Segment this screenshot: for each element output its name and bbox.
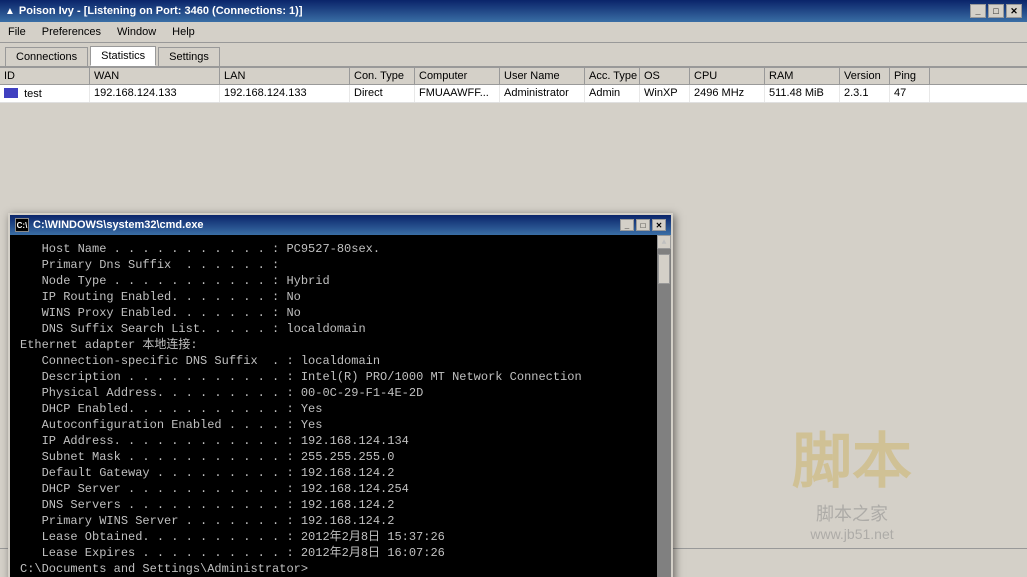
- cmd-icon: C:\: [15, 218, 29, 232]
- title-bar-left: ▲ Poison Ivy - [Listening on Port: 3460 …: [5, 5, 302, 17]
- cell-type: Direct: [350, 85, 415, 102]
- cmd-minimize-button[interactable]: _: [620, 219, 634, 231]
- cmd-line: WINS Proxy Enabled. . . . . . . : No: [20, 305, 661, 321]
- col-header-id: ID: [0, 68, 90, 84]
- col-header-version: Version: [840, 68, 890, 84]
- cmd-line: DNS Suffix Search List. . . . . : locald…: [20, 321, 661, 337]
- menu-bar: File Preferences Window Help: [0, 22, 1027, 43]
- cmd-line: DHCP Server . . . . . . . . . . . : 192.…: [20, 481, 661, 497]
- col-header-cpu: CPU: [690, 68, 765, 84]
- cmd-line: Connection-specific DNS Suffix . : local…: [20, 353, 661, 369]
- cmd-line: Description . . . . . . . . . . . : Inte…: [20, 369, 661, 385]
- col-header-wan: WAN: [90, 68, 220, 84]
- watermark: 脚本 脚本之家 www.jb51.net: [792, 413, 912, 542]
- cmd-line: Primary WINS Server . . . . . . . : 192.…: [20, 513, 661, 529]
- cell-cpu: 2496 MHz: [690, 85, 765, 102]
- cell-computer: FMUAAWFF...: [415, 85, 500, 102]
- cmd-line: IP Routing Enabled. . . . . . . : No: [20, 289, 661, 305]
- cmd-line: Physical Address. . . . . . . . . : 00-0…: [20, 385, 661, 401]
- cell-wan: 192.168.124.133: [90, 85, 220, 102]
- close-button[interactable]: ✕: [1006, 4, 1022, 18]
- menu-help[interactable]: Help: [164, 24, 203, 40]
- cell-id: test: [0, 85, 90, 102]
- scrollbar-thumb[interactable]: [658, 254, 670, 284]
- cmd-line: IP Address. . . . . . . . . . . . : 192.…: [20, 433, 661, 449]
- cell-os: WinXP: [640, 85, 690, 102]
- cmd-title-left: C:\ C:\WINDOWS\system32\cmd.exe: [15, 218, 204, 232]
- col-header-ping: Ping: [890, 68, 930, 84]
- cmd-title-buttons[interactable]: _ □ ✕: [620, 219, 666, 231]
- cmd-line: Default Gateway . . . . . . . . . : 192.…: [20, 465, 661, 481]
- watermark-site: 脚本之家: [792, 500, 912, 526]
- cmd-scrollbar[interactable]: ▲ ▼: [657, 235, 671, 577]
- window-title: Poison Ivy - [Listening on Port: 3460 (C…: [19, 5, 303, 17]
- col-header-ram: RAM: [765, 68, 840, 84]
- scrollbar-track: [657, 249, 671, 577]
- cmd-window[interactable]: C:\ C:\WINDOWS\system32\cmd.exe _ □ ✕ Ho…: [8, 213, 673, 577]
- cell-ram: 511.48 MiB: [765, 85, 840, 102]
- cmd-line: C:\Documents and Settings\Administrator>: [20, 561, 661, 577]
- watermark-logo: 脚本: [792, 413, 912, 500]
- table-row[interactable]: test 192.168.124.133 192.168.124.133 Dir…: [0, 85, 1027, 103]
- cmd-line: Primary Dns Suffix . . . . . . :: [20, 257, 661, 273]
- title-bar-buttons[interactable]: _ □ ✕: [970, 4, 1022, 18]
- tab-bar: Connections Statistics Settings: [0, 43, 1027, 68]
- main-area: C:\ C:\WINDOWS\system32\cmd.exe _ □ ✕ Ho…: [0, 103, 1027, 577]
- cell-user: Administrator: [500, 85, 585, 102]
- cell-acc: Admin: [585, 85, 640, 102]
- col-header-comp: Computer: [415, 68, 500, 84]
- cmd-maximize-button[interactable]: □: [636, 219, 650, 231]
- menu-file[interactable]: File: [0, 24, 34, 40]
- cmd-line: Host Name . . . . . . . . . . . : PC9527…: [20, 241, 661, 257]
- tab-settings[interactable]: Settings: [158, 47, 220, 66]
- cmd-title-text: C:\WINDOWS\system32\cmd.exe: [33, 219, 204, 231]
- cell-ping: 47: [890, 85, 930, 102]
- menu-window[interactable]: Window: [109, 24, 164, 40]
- cmd-close-button[interactable]: ✕: [652, 219, 666, 231]
- cell-version: 2.3.1: [840, 85, 890, 102]
- tab-connections[interactable]: Connections: [5, 47, 88, 66]
- cmd-line: Lease Obtained. . . . . . . . . . : 2012…: [20, 529, 661, 545]
- computer-icon: [4, 88, 18, 98]
- cmd-body: Host Name . . . . . . . . . . . : PC9527…: [10, 235, 671, 577]
- watermark-url: www.jb51.net: [792, 526, 912, 542]
- cmd-line: DNS Servers . . . . . . . . . . . : 192.…: [20, 497, 661, 513]
- col-header-type: Con. Type: [350, 68, 415, 84]
- cmd-line: Autoconfiguration Enabled . . . . : Yes: [20, 417, 661, 433]
- title-bar: ▲ Poison Ivy - [Listening on Port: 3460 …: [0, 0, 1027, 22]
- cmd-line: DHCP Enabled. . . . . . . . . . . : Yes: [20, 401, 661, 417]
- tab-statistics[interactable]: Statistics: [90, 46, 156, 66]
- col-header-acc: Acc. Type: [585, 68, 640, 84]
- menu-preferences[interactable]: Preferences: [34, 24, 109, 40]
- scrollbar-up-button[interactable]: ▲: [657, 235, 671, 249]
- cell-lan: 192.168.124.133: [220, 85, 350, 102]
- minimize-button[interactable]: _: [970, 4, 986, 18]
- cmd-line: Node Type . . . . . . . . . . . : Hybrid: [20, 273, 661, 289]
- cmd-line: Lease Expires . . . . . . . . . . : 2012…: [20, 545, 661, 561]
- app-icon: ▲: [5, 6, 15, 17]
- col-header-lan: LAN: [220, 68, 350, 84]
- cmd-line: Ethernet adapter 本地连接:: [20, 337, 661, 353]
- cmd-content: Host Name . . . . . . . . . . . : PC9527…: [20, 241, 661, 577]
- watermark-area: 脚本 脚本之家 www.jb51.net: [677, 377, 1027, 577]
- col-header-os: OS: [640, 68, 690, 84]
- cmd-line: Subnet Mask . . . . . . . . . . . : 255.…: [20, 449, 661, 465]
- maximize-button[interactable]: □: [988, 4, 1004, 18]
- cmd-title-bar: C:\ C:\WINDOWS\system32\cmd.exe _ □ ✕: [10, 215, 671, 235]
- table-header: ID WAN LAN Con. Type Computer User Name …: [0, 68, 1027, 85]
- col-header-user: User Name: [500, 68, 585, 84]
